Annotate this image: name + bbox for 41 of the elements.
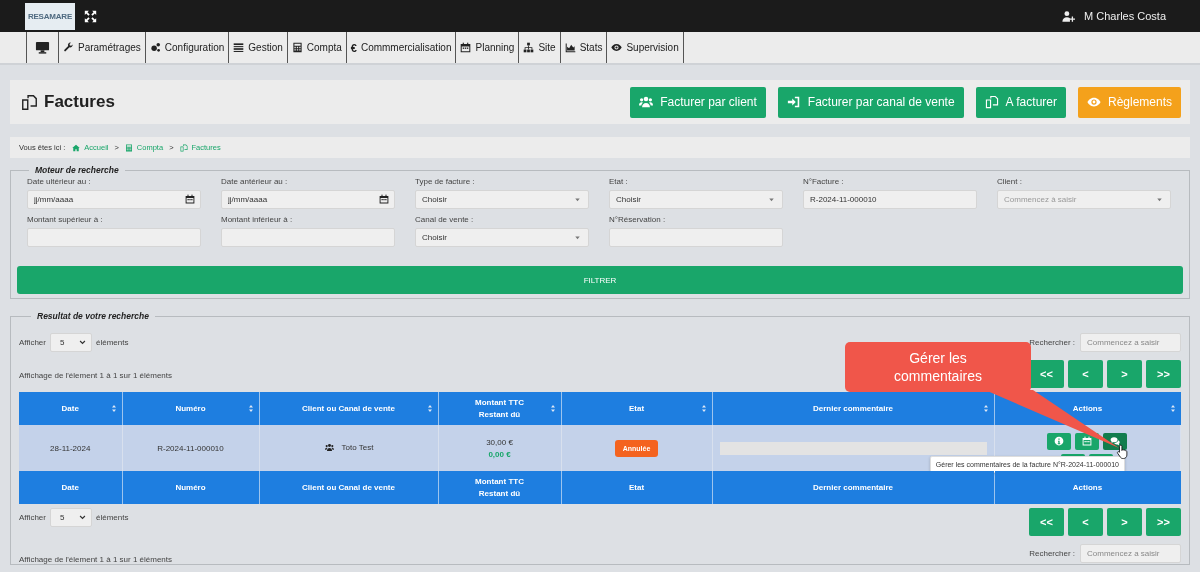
- field-label: Montant inférieur à :: [221, 215, 294, 224]
- column-footer: Numéro: [122, 471, 259, 504]
- header-label: Dernier commentaire: [813, 403, 893, 413]
- header-label: Etat: [628, 403, 645, 413]
- field-label: Type de facture :: [415, 177, 476, 186]
- remaining-amount: 0,00 €: [487, 449, 512, 459]
- column-footer: Etat: [561, 471, 712, 504]
- client-name: Toto Test: [341, 442, 374, 452]
- field-label: Montant supérieur à :: [27, 215, 104, 224]
- column-footer: Montant TTC Restant dû: [438, 471, 561, 504]
- column-footer: Actions: [994, 471, 1181, 504]
- column-footer: Dernier commentaire: [712, 471, 994, 504]
- field-label: N°Réservation :: [609, 215, 667, 224]
- field-label: Client :: [997, 177, 1023, 186]
- header-label: Numéro: [175, 403, 206, 413]
- header-label: Actions: [1072, 403, 1103, 413]
- logo: RESAMARE: [25, 2, 75, 30]
- table-info: Affichage de l'élement 1 à 1 sur 1 éléments: [19, 555, 173, 564]
- callout: Gérer les commentaires: [845, 342, 1031, 392]
- header-label: Date: [61, 403, 79, 413]
- field-label: Date ultérieur au :: [27, 177, 92, 186]
- search-label: Rechercher :: [1029, 338, 1075, 347]
- length-label: Afficher: [19, 513, 46, 522]
- header-label: Montant TTC Restant dû: [475, 397, 524, 419]
- header-label: Client ou Canal de vente: [302, 403, 395, 413]
- amount: 30,00 €: [485, 437, 514, 447]
- table-info: Affichage de l'élement 1 à 1 sur 1 éléments: [19, 371, 173, 380]
- search-label: Rechercher :: [1029, 549, 1075, 558]
- column-footer: Client ou Canal de vente: [259, 471, 438, 504]
- length-label: Afficher: [19, 338, 46, 347]
- page-title: Factures: [44, 92, 115, 112]
- field-label: Etat :: [609, 177, 629, 186]
- panel-title: Moteur de recherche: [34, 165, 120, 175]
- euro-icon: €: [350, 41, 357, 54]
- field-label: Date antérieur au :: [221, 177, 289, 186]
- panel-title: Resultat de votre recherche: [36, 311, 150, 321]
- length-label: éléments: [96, 338, 129, 347]
- length-label: éléments: [96, 513, 129, 522]
- column-footer: Date: [19, 471, 122, 504]
- field-label: N°Facture :: [803, 177, 845, 186]
- field-label: Canal de vente :: [415, 215, 475, 224]
